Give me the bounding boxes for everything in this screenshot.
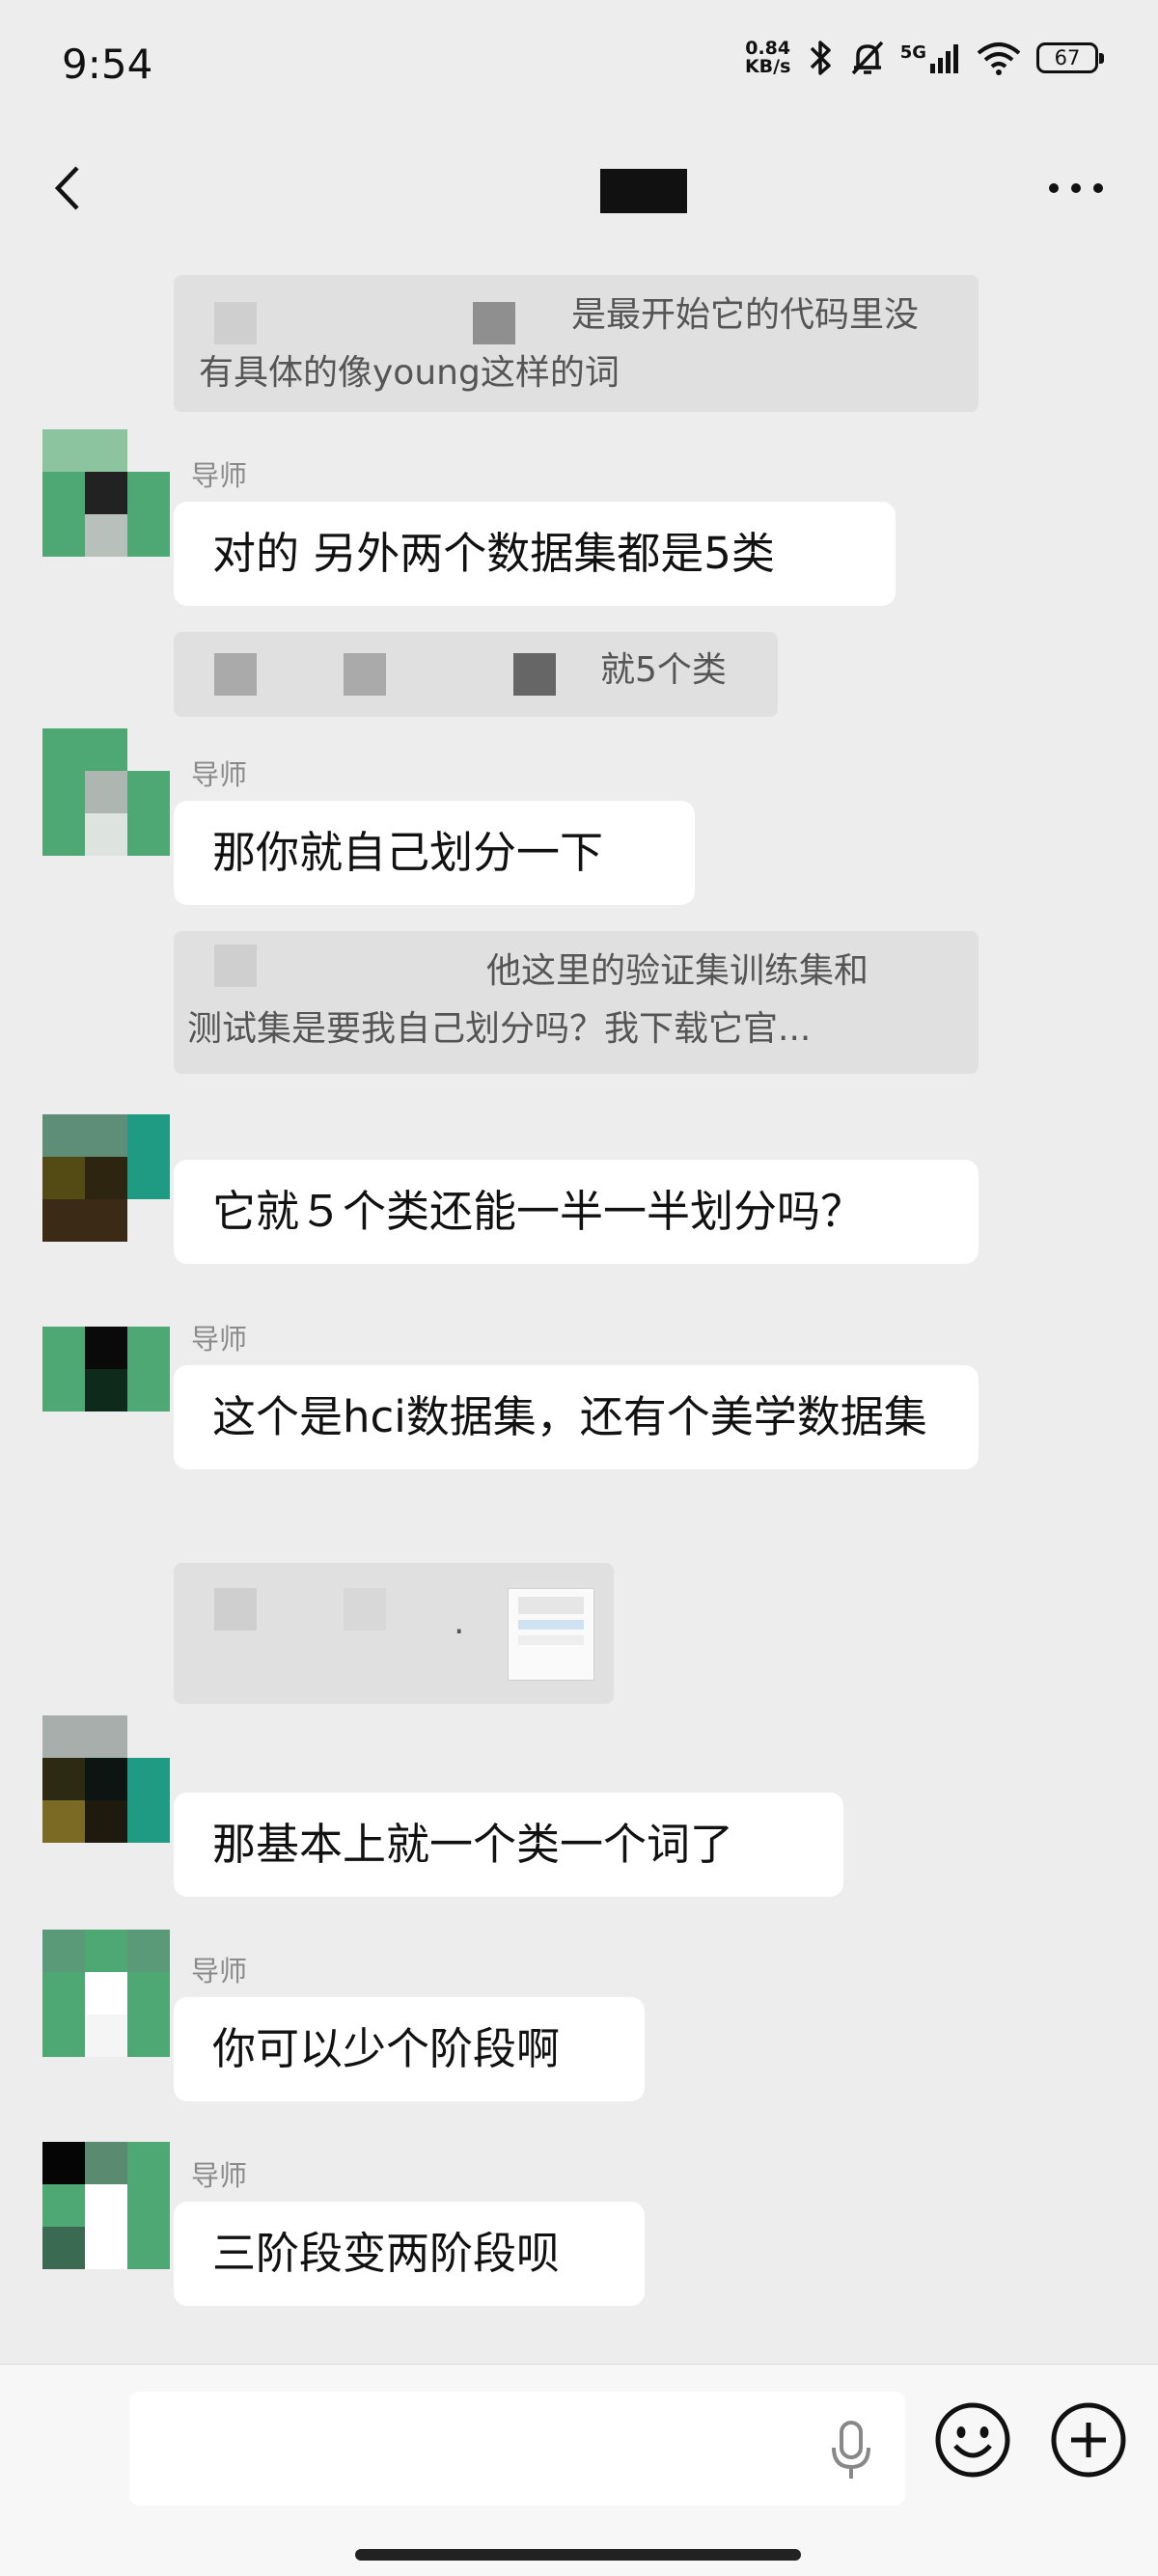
message-bubble[interactable]: 那基本上就一个类一个词了 (174, 1793, 843, 1897)
battery-indicator: 67 (1036, 42, 1104, 73)
avatar[interactable] (42, 1715, 170, 1843)
bluetooth-icon (810, 41, 831, 75)
avatar[interactable] (42, 1327, 170, 1454)
smiley-face-icon[interactable] (932, 2399, 1013, 2480)
chat-header (0, 125, 1158, 251)
redaction-block (214, 653, 257, 696)
sender-name: 导师 (191, 758, 248, 791)
network-speed: 0.84 KB/s (744, 38, 791, 77)
cell-signal-icon: 5G (900, 42, 961, 73)
sender-name: 导师 (191, 2159, 248, 2192)
message-input[interactable] (129, 2392, 905, 2506)
status-icons: 0.84 KB/s 5G 67 (744, 38, 1104, 77)
plus-circle-icon[interactable] (1048, 2399, 1129, 2480)
redaction-block (344, 1588, 386, 1631)
avatar[interactable] (42, 1930, 170, 2057)
more-dots-icon[interactable] (1047, 181, 1105, 195)
message-bubble[interactable]: 三阶段变两阶段呗 (174, 2202, 645, 2306)
status-time: 9:54 (62, 41, 153, 88)
image-thumbnail[interactable] (508, 1588, 594, 1681)
avatar[interactable] (42, 728, 170, 856)
redaction-block (344, 653, 386, 696)
quoted-message[interactable]: . (174, 1563, 614, 1704)
redaction-block (214, 945, 257, 987)
quoted-message[interactable]: 就5个类 (174, 632, 778, 717)
bell-off-icon (851, 41, 883, 75)
home-indicator[interactable] (355, 2549, 801, 2561)
quoted-message[interactable]: 是最开始它的代码里没 有具体的像young这样的词 (174, 275, 979, 412)
sender-name: 导师 (191, 1955, 248, 1987)
message-bubble[interactable]: 对的 另外两个数据集都是5类 (174, 502, 896, 606)
sender-name: 导师 (191, 1323, 248, 1356)
avatar[interactable] (42, 429, 170, 557)
chat-title-redacted (600, 169, 687, 213)
quoted-message[interactable]: 他这里的验证集训练集和 测试集是要我自己划分吗？我下载它官... (174, 931, 979, 1074)
microphone-icon[interactable] (826, 2419, 876, 2482)
wifi-icon (977, 42, 1021, 75)
message-bubble[interactable]: 那你就自己划分一下 (174, 801, 695, 905)
redaction-block (513, 653, 556, 696)
message-bubble[interactable]: 它就５个类还能一半一半划分吗？ (174, 1160, 979, 1264)
status-bar: 9:54 0.84 KB/s 5G 67 (0, 0, 1158, 125)
redaction-block (473, 302, 515, 344)
sender-name: 导师 (191, 459, 248, 492)
redaction-block (214, 302, 257, 344)
avatar[interactable] (42, 2142, 170, 2269)
chevron-left-icon[interactable] (48, 164, 87, 212)
input-bar (0, 2364, 1158, 2576)
redaction-block (214, 1588, 257, 1631)
avatar[interactable] (42, 1114, 170, 1242)
message-bubble[interactable]: 你可以少个阶段啊 (174, 1997, 645, 2101)
message-bubble[interactable]: 这个是hci数据集，还有个美学数据集 (174, 1365, 979, 1469)
